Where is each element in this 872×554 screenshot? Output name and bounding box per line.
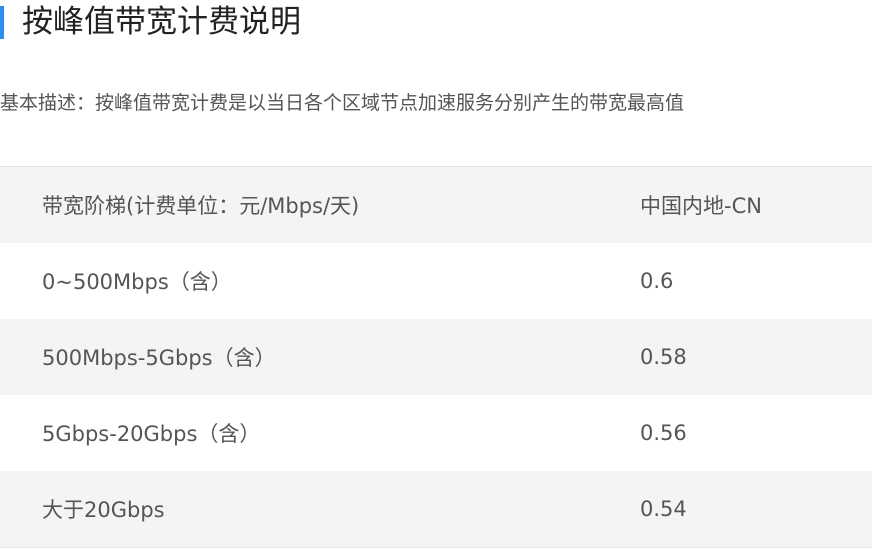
- header-region-cn: 中国内地-CN: [640, 194, 762, 218]
- table-row: 5Gbps-20Gbps（含） 0.56: [0, 395, 872, 471]
- basic-description: 基本描述：按峰值带宽计费是以当日各个区域节点加速服务分别产生的带宽最高值: [0, 92, 685, 114]
- price-cell: 0.56: [640, 421, 687, 445]
- header-bandwidth-tier: 带宽阶梯(计费单位：元/Mbps/天): [42, 194, 360, 218]
- section-title: 按峰值带宽计费说明: [0, 0, 301, 44]
- price-cell: 0.58: [640, 345, 687, 369]
- table-row: 0~500Mbps（含） 0.6: [0, 243, 872, 319]
- pricing-table: 带宽阶梯(计费单位：元/Mbps/天) 中国内地-CN 0~500Mbps（含）…: [0, 166, 872, 548]
- tier-cell: 5Gbps-20Gbps（含）: [42, 422, 261, 446]
- price-cell: 0.54: [640, 497, 687, 521]
- tier-cell: 大于20Gbps: [42, 498, 165, 522]
- table-header-row: 带宽阶梯(计费单位：元/Mbps/天) 中国内地-CN: [0, 167, 872, 243]
- title-accent-bar: [0, 5, 4, 39]
- table-row: 500Mbps-5Gbps（含） 0.58: [0, 319, 872, 395]
- tier-cell: 500Mbps-5Gbps（含）: [42, 346, 276, 370]
- price-cell: 0.6: [640, 269, 674, 293]
- table-row: 大于20Gbps 0.54: [0, 471, 872, 547]
- tier-cell: 0~500Mbps（含）: [42, 270, 232, 294]
- page-title: 按峰值带宽计费说明: [22, 4, 301, 40]
